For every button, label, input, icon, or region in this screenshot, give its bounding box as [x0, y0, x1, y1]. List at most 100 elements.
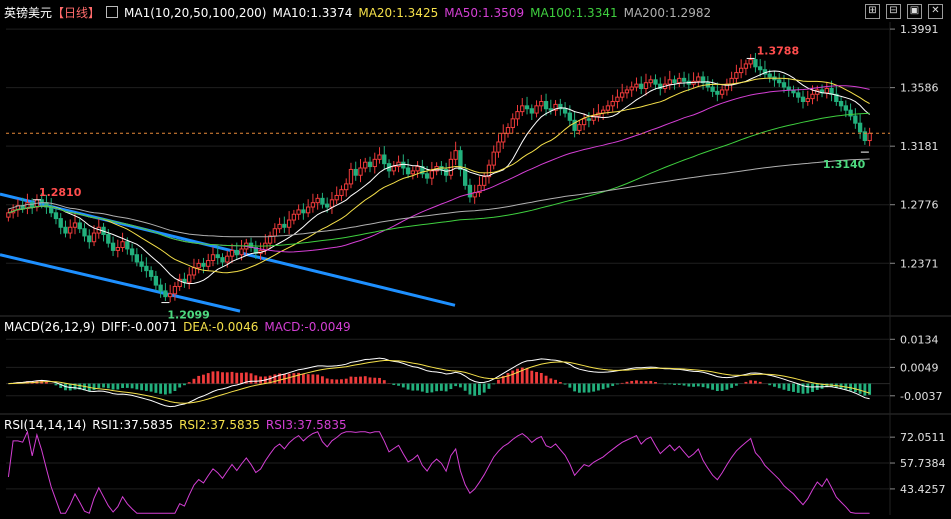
candle-body — [410, 170, 415, 175]
macd-diff-line — [8, 357, 870, 408]
ma10-value: MA10:1.3374 — [272, 6, 353, 20]
candle-body — [534, 105, 539, 114]
ma200-value: MA200:1.2982 — [623, 6, 712, 20]
candle-body — [334, 194, 339, 201]
candle-body — [167, 293, 173, 298]
macd-axis-tick-label-2: -0.0037 — [900, 390, 942, 403]
candle-body — [539, 101, 544, 107]
forex-chart[interactable]: 1.3991 1.3586 1.3181 1.2776 1.2371 0.0134 0.00… — [0, 0, 951, 519]
main-chart-header: 英镑美元【日线】 MA1(10,20,50,100,200) MA10:1.3374… — [4, 4, 717, 22]
candle-body — [82, 228, 87, 237]
candle-body — [677, 77, 682, 84]
candle-body — [529, 108, 534, 114]
candle-body — [605, 105, 611, 111]
price-axis-tick-label-0: 1.3991 — [900, 23, 939, 36]
price-axis-tick-label-2: 1.3181 — [900, 140, 939, 153]
candle-body — [620, 92, 625, 98]
candle-body — [196, 262, 201, 269]
candle-body — [715, 90, 720, 95]
price-annotation-3: 1.3140 — [823, 158, 866, 171]
period-label[interactable]: 【日线】 — [52, 6, 100, 20]
candle-body — [91, 232, 97, 243]
candle-body — [163, 290, 168, 298]
candle-body — [401, 161, 406, 169]
candle-body — [867, 132, 872, 142]
macd-axis-tick-label-0: 0.0134 — [900, 333, 939, 346]
macd-axis-tick-label-1: 0.0049 — [900, 361, 939, 374]
candle-body — [172, 286, 178, 295]
trend-line-upper — [0, 192, 456, 307]
ma20-line — [8, 77, 870, 274]
candle-body — [586, 118, 592, 121]
candle-body — [710, 86, 715, 92]
rsi-line — [7, 430, 870, 514]
candle-body — [610, 101, 615, 107]
candle-body — [110, 242, 116, 251]
candle-body — [301, 209, 306, 214]
candle-body — [482, 176, 487, 186]
candle-body — [367, 161, 373, 168]
rsi2-value: RSI2:37.5835 — [179, 418, 260, 432]
candle-body — [624, 89, 630, 94]
candle-body — [144, 265, 149, 272]
ma200-line — [8, 158, 870, 238]
candle-body — [562, 108, 568, 114]
candle-body — [391, 166, 396, 172]
candle-body — [134, 254, 140, 263]
candle-body — [857, 122, 863, 133]
candle-body — [667, 79, 672, 85]
candle-body — [453, 150, 458, 160]
candle-body — [463, 168, 468, 186]
candle-body — [577, 124, 582, 131]
rsi-header: RSI(14,14,14) RSI1:37.5835 RSI2:37.5835 RSI… — [4, 416, 353, 434]
macd-histogram — [11, 367, 872, 396]
candle-body — [510, 118, 515, 129]
candle-body — [220, 257, 225, 263]
rsi-title[interactable]: RSI(14,14,14) — [4, 418, 86, 432]
candle-body — [291, 213, 297, 221]
ma-toggle-checkbox[interactable] — [106, 6, 119, 18]
ma-indicator-title[interactable]: MA1(10,20,50,100,200) — [124, 6, 266, 20]
candle-body — [225, 255, 230, 263]
candle-body — [738, 67, 744, 74]
macd-diff-value: DIFF:-0.0071 — [101, 320, 178, 334]
candle-body — [6, 212, 11, 218]
candle-body — [305, 206, 311, 214]
candle-body — [234, 249, 239, 256]
price-axis-tick-label-1: 1.3586 — [900, 82, 939, 95]
crosshair-icon[interactable]: ⊞ — [865, 4, 880, 19]
candle-body — [282, 223, 287, 228]
candle-body — [148, 270, 154, 277]
grid-icon[interactable]: ⊟ — [886, 4, 901, 19]
candle-body — [515, 111, 520, 120]
candle-body — [210, 254, 216, 262]
candle-body — [358, 167, 363, 176]
price-annotation-0: 1.3788 — [757, 44, 799, 57]
candle-body — [505, 127, 511, 134]
candle-body — [320, 197, 325, 205]
candle-body — [491, 151, 496, 166]
candle-body — [767, 73, 772, 78]
candle-body — [372, 158, 377, 168]
candle-body — [810, 93, 815, 100]
macd-title[interactable]: MACD(26,12,9) — [4, 320, 95, 334]
close-icon[interactable]: ✕ — [928, 4, 943, 19]
candle-body — [286, 219, 292, 228]
candle-body — [653, 79, 658, 85]
candle-body — [129, 248, 135, 256]
candle-body — [315, 197, 320, 204]
candle-body — [581, 118, 587, 126]
layout-icon[interactable]: ▣ — [907, 4, 922, 19]
candle-body — [615, 96, 620, 103]
candle-body — [443, 168, 449, 176]
candle-body — [415, 166, 420, 172]
candle-body — [329, 199, 335, 208]
candle-body — [796, 92, 801, 98]
candle-body — [58, 218, 63, 228]
symbol-label[interactable]: 英镑美元 — [4, 6, 52, 20]
price-annotation-1: 1.2810 — [39, 186, 82, 199]
candle-body — [63, 226, 68, 234]
candle-body — [325, 203, 330, 208]
candle-body — [158, 284, 163, 292]
candle-body — [215, 254, 220, 259]
